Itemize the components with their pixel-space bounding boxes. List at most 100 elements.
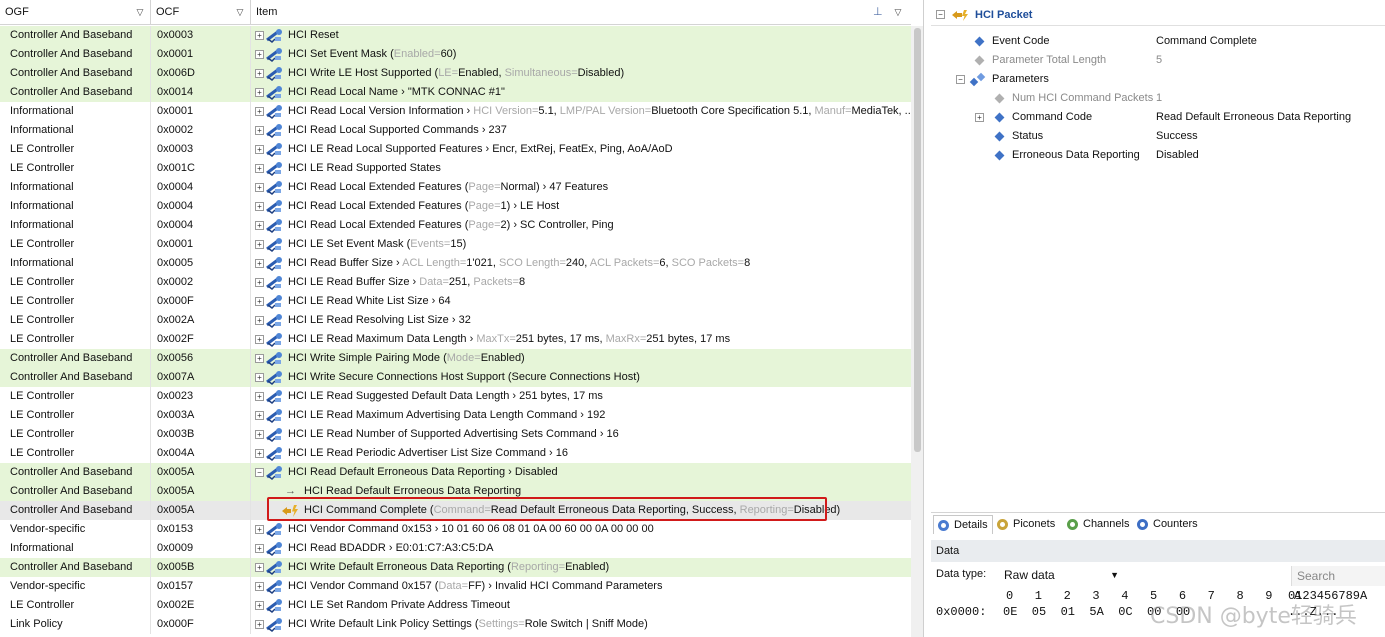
scrollbar-thumb[interactable] (914, 28, 921, 452)
tab-details[interactable]: Details (933, 515, 993, 534)
item-cell: + HCI Write Default Link Policy Settings … (251, 615, 911, 634)
item-text: HCI LE Read Resolving List Size › 32 (288, 311, 471, 330)
column-header-ocf[interactable]: OCF ▽ (151, 0, 251, 25)
table-row[interactable]: LE Controller 0x0002 + HCI LE Read Buffer S… (0, 273, 911, 292)
table-row[interactable]: Controller And Baseband 0x005A → HCI Read D… (0, 482, 911, 501)
table-row[interactable]: LE Controller 0x002E + HCI LE Set Random Pr… (0, 596, 911, 615)
field-row[interactable]: Status Success (931, 127, 1385, 146)
table-row[interactable]: Informational 0x0004 + HCI Read Local Exten… (0, 178, 911, 197)
table-row[interactable]: LE Controller 0x002A + HCI LE Read Resolvin… (0, 311, 911, 330)
expand-icon[interactable]: + (255, 107, 264, 116)
table-row[interactable]: LE Controller 0x0003 + HCI LE Read Local Su… (0, 140, 911, 159)
expand-icon[interactable]: + (255, 259, 264, 268)
data-type-select[interactable]: Raw data ▼ (1001, 566, 1121, 584)
filter-dropdown-icon[interactable]: ▽ (133, 0, 147, 25)
table-row[interactable]: LE Controller 0x004A + HCI LE Read Periodic… (0, 444, 911, 463)
expand-icon[interactable]: + (255, 316, 264, 325)
table-row[interactable]: Vendor-specific 0x0153 + HCI Vendor Command… (0, 520, 911, 539)
expand-icon[interactable]: + (255, 297, 264, 306)
collapse-icon[interactable]: − (956, 75, 965, 84)
tab-channels[interactable]: Channels (1063, 515, 1133, 534)
item-text: HCI Vendor Command 0x157 (Data=FF) › Inv… (288, 577, 662, 596)
table-row[interactable]: Vendor-specific 0x0157 + HCI Vendor Command… (0, 577, 911, 596)
expand-icon[interactable]: + (255, 145, 264, 154)
field-row[interactable]: Erroneous Data Reporting Disabled (931, 146, 1385, 165)
ocf-cell: 0x003B (151, 425, 251, 444)
table-row[interactable]: LE Controller 0x000F + HCI LE Read White Li… (0, 292, 911, 311)
table-row[interactable]: LE Controller 0x0001 + HCI LE Set Event Mas… (0, 235, 911, 254)
expand-icon[interactable]: + (255, 373, 264, 382)
filter-dropdown-icon[interactable]: ▽ (891, 0, 905, 25)
tab-counters[interactable]: Counters (1133, 515, 1202, 534)
param-name: Reporting= (739, 504, 794, 516)
expand-icon[interactable]: + (255, 392, 264, 401)
expand-icon[interactable]: + (255, 601, 264, 610)
table-row[interactable]: Informational 0x0004 + HCI Read Local Exten… (0, 197, 911, 216)
tab-piconets[interactable]: Piconets (993, 515, 1059, 534)
table-row[interactable]: Informational 0x0002 + HCI Read Local Suppo… (0, 121, 911, 140)
table-row[interactable]: Controller And Baseband 0x0001 + HCI Set Ev… (0, 45, 911, 64)
expand-icon[interactable]: + (255, 449, 264, 458)
expand-icon[interactable]: + (255, 278, 264, 287)
ocf-cell: 0x005B (151, 558, 251, 577)
field-row[interactable]: Event Code Command Complete (931, 32, 1385, 51)
table-row[interactable]: Controller And Baseband 0x0003 + HCI Reset (0, 26, 911, 45)
bottom-tabs: Details Piconets Channels Counters (931, 512, 1385, 534)
table-row[interactable]: Controller And Baseband 0x005A HCI Command… (0, 501, 911, 520)
field-label: Event Code (992, 35, 1050, 47)
expand-icon[interactable]: + (255, 430, 264, 439)
expand-icon[interactable]: + (255, 31, 264, 40)
field-row[interactable]: Num HCI Command Packets 1 (931, 89, 1385, 108)
ocf-cell: 0x0004 (151, 216, 251, 235)
expand-icon[interactable]: + (255, 411, 264, 420)
vertical-scrollbar[interactable] (911, 26, 923, 637)
expand-icon[interactable]: + (975, 113, 984, 122)
table-row[interactable]: Controller And Baseband 0x0056 + HCI Write … (0, 349, 911, 368)
expand-icon[interactable]: + (255, 183, 264, 192)
packet-title: HCI Packet (975, 9, 1033, 21)
expand-icon[interactable]: + (255, 335, 264, 344)
table-row[interactable]: Informational 0x0009 + HCI Read BDADDR › E0… (0, 539, 911, 558)
filter-dropdown-icon[interactable]: ▽ (233, 0, 247, 25)
collapse-icon[interactable]: − (936, 10, 945, 19)
field-row[interactable]: Parameter Total Length 5 (931, 51, 1385, 70)
table-row[interactable]: LE Controller 0x003B + HCI LE Read Number o… (0, 425, 911, 444)
expand-icon[interactable]: + (255, 69, 264, 78)
ogf-cell: Controller And Baseband (0, 45, 151, 64)
expand-icon[interactable]: + (255, 563, 264, 572)
packet-header[interactable]: − HCI Packet (931, 4, 1385, 26)
table-row[interactable]: Link Policy 0x000F + HCI Write Default Link… (0, 615, 911, 634)
expand-icon[interactable]: + (255, 620, 264, 629)
expand-icon[interactable]: + (255, 50, 264, 59)
field-row[interactable]: − Parameters (931, 70, 1385, 89)
expand-icon[interactable]: + (255, 544, 264, 553)
expand-icon[interactable]: + (255, 88, 264, 97)
table-row[interactable]: Controller And Baseband 0x0014 + HCI Read L… (0, 83, 911, 102)
table-row[interactable]: Controller And Baseband 0x005B + HCI Write … (0, 558, 911, 577)
hex-search-input[interactable]: Search (1291, 566, 1385, 586)
table-row[interactable]: LE Controller 0x0023 + HCI LE Read Suggeste… (0, 387, 911, 406)
expand-icon[interactable]: + (255, 525, 264, 534)
table-row[interactable]: Informational 0x0004 + HCI Read Local Exten… (0, 216, 911, 235)
pin-icon[interactable]: ⊥ (873, 0, 883, 25)
table-row[interactable]: LE Controller 0x001C + HCI LE Read Supporte… (0, 159, 911, 178)
table-row[interactable]: Informational 0x0001 + HCI Read Local Versi… (0, 102, 911, 121)
expand-icon[interactable]: + (255, 582, 264, 591)
table-row[interactable]: Controller And Baseband 0x006D + HCI Write … (0, 64, 911, 83)
column-header-ogf[interactable]: OGF ▽ (0, 0, 151, 25)
table-row[interactable]: Controller And Baseband 0x007A + HCI Write … (0, 368, 911, 387)
table-row[interactable]: Informational 0x0005 + HCI Read Buffer Size… (0, 254, 911, 273)
field-row[interactable]: + Command Code Read Default Erroneous Data… (931, 108, 1385, 127)
expand-icon[interactable]: + (255, 240, 264, 249)
table-row[interactable]: LE Controller 0x002F + HCI LE Read Maximum … (0, 330, 911, 349)
expand-icon[interactable]: + (255, 354, 264, 363)
column-header-item[interactable]: Item ⊥ ▽ (251, 0, 911, 25)
collapse-icon[interactable]: − (255, 468, 264, 477)
expand-icon[interactable]: + (255, 164, 264, 173)
ocf-cell: 0x002F (151, 330, 251, 349)
table-row[interactable]: Controller And Baseband 0x005A − HCI Read D… (0, 463, 911, 482)
expand-icon[interactable]: + (255, 202, 264, 211)
expand-icon[interactable]: + (255, 221, 264, 230)
expand-icon[interactable]: + (255, 126, 264, 135)
table-row[interactable]: LE Controller 0x003A + HCI LE Read Maximum … (0, 406, 911, 425)
